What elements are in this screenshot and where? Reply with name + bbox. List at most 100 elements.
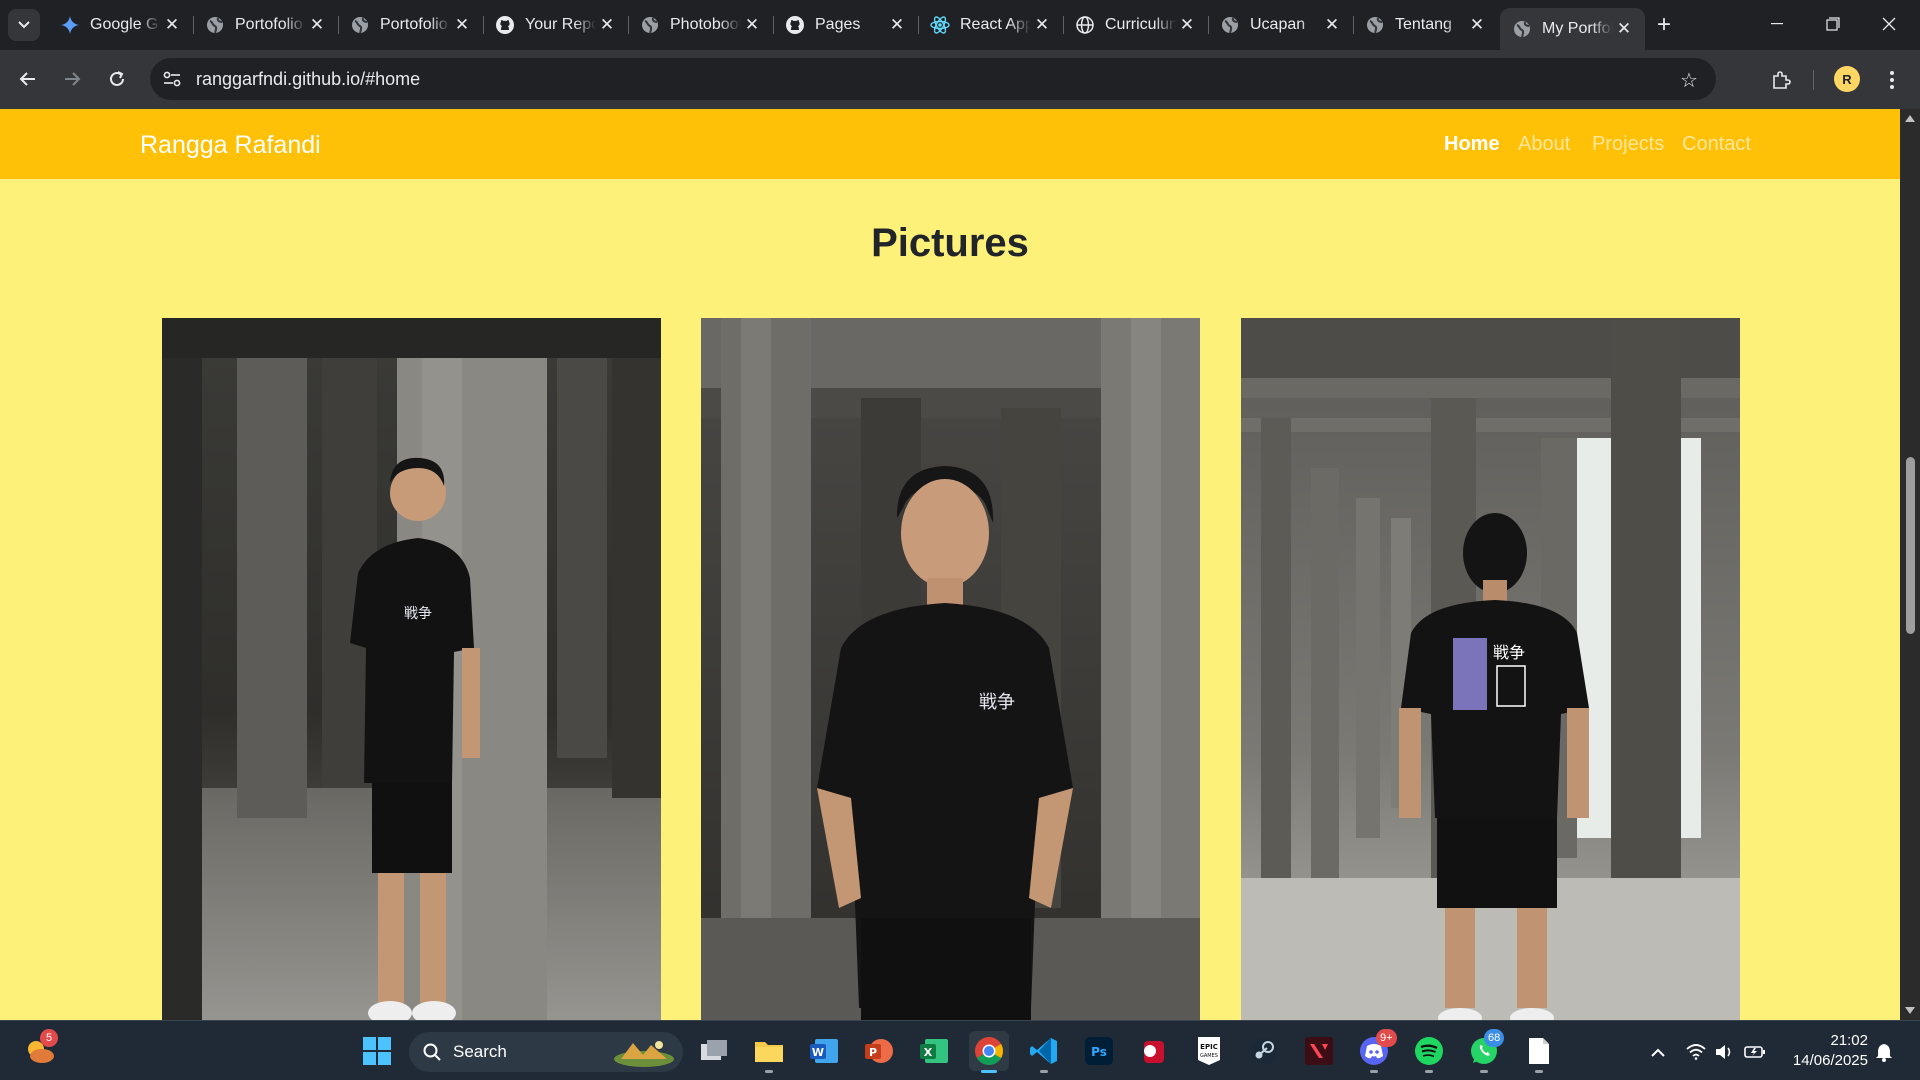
minimize-button[interactable] bbox=[1754, 8, 1800, 40]
taskbar-app-notepad[interactable] bbox=[1519, 1031, 1559, 1073]
address-bar[interactable]: ranggarfndi.github.io/#home ☆ bbox=[150, 58, 1716, 100]
photo-3-image: 戦争 bbox=[1241, 318, 1740, 1020]
tab-7[interactable]: React App ✕ bbox=[918, 8, 1064, 42]
github-icon bbox=[785, 15, 805, 35]
tab-11-active[interactable]: My Portfolio ✕ bbox=[1500, 8, 1645, 50]
taskbar-app-whatsapp[interactable]: 68 bbox=[1464, 1029, 1505, 1073]
close-icon[interactable]: ✕ bbox=[1613, 18, 1635, 40]
taskbar-app-vscode[interactable] bbox=[1024, 1031, 1064, 1073]
valorant-icon bbox=[1305, 1037, 1333, 1065]
arrow-right-icon bbox=[65, 72, 81, 86]
system-clock[interactable]: 21:02 14/06/2025 bbox=[1793, 1031, 1868, 1071]
wifi-icon[interactable] bbox=[1685, 1041, 1707, 1063]
photo-man-front-hands-in-pockets: 戦争 bbox=[701, 318, 1200, 1020]
close-icon[interactable]: ✕ bbox=[451, 14, 473, 36]
close-icon[interactable]: ✕ bbox=[306, 14, 328, 36]
close-icon[interactable]: ✕ bbox=[1176, 14, 1198, 36]
site-brand[interactable]: Rangga Rafandi bbox=[140, 131, 321, 160]
tab-3[interactable]: Portofolio ✕ bbox=[338, 8, 484, 42]
tab-5[interactable]: Photobooth ✕ bbox=[628, 8, 774, 42]
svg-text:戦争: 戦争 bbox=[1493, 643, 1525, 662]
close-icon[interactable]: ✕ bbox=[886, 14, 908, 36]
taskbar-app-red-app[interactable] bbox=[1134, 1031, 1174, 1071]
taskbar-app-chrome[interactable] bbox=[969, 1031, 1009, 1073]
tab-title: Google G bbox=[90, 16, 159, 33]
volume-icon[interactable] bbox=[1714, 1041, 1736, 1063]
photo-man-leaning-pillar: 戦争 bbox=[162, 318, 661, 1020]
github-icon bbox=[495, 15, 515, 35]
tab-9[interactable]: Ucapan ✕ bbox=[1208, 8, 1354, 42]
forward-button[interactable] bbox=[57, 64, 87, 94]
taskbar-app-photoshop[interactable]: Ps bbox=[1079, 1031, 1119, 1071]
section-title: Pictures bbox=[871, 221, 1029, 265]
nav-link-contact[interactable]: Contact bbox=[1682, 133, 1751, 156]
steam-icon bbox=[1251, 1038, 1277, 1064]
tab-2[interactable]: Portofolio ✕ bbox=[193, 8, 339, 42]
weather-badge: 5 bbox=[40, 1029, 58, 1047]
tab-10[interactable]: Tentang ✕ bbox=[1353, 8, 1498, 42]
close-window-button[interactable] bbox=[1866, 8, 1912, 40]
battery-charging-icon[interactable] bbox=[1744, 1041, 1766, 1063]
scroll-down-arrow-icon[interactable] bbox=[1905, 1007, 1915, 1014]
taskbar-search[interactable]: Search bbox=[409, 1032, 683, 1072]
taskbar-app-excel[interactable]: X bbox=[914, 1031, 954, 1071]
site-info-icon[interactable] bbox=[156, 63, 188, 95]
close-icon[interactable]: ✕ bbox=[741, 14, 763, 36]
taskbar-app-steam[interactable] bbox=[1244, 1031, 1284, 1071]
taskbar-app-task-view[interactable] bbox=[694, 1031, 734, 1071]
svg-text:戦争: 戦争 bbox=[979, 692, 1015, 713]
tab-6[interactable]: Pages ✕ bbox=[773, 8, 919, 42]
svg-text:Ps: Ps bbox=[1091, 1045, 1107, 1059]
new-tab-button[interactable]: + bbox=[1650, 11, 1678, 39]
tray-overflow-chevron-icon[interactable] bbox=[1647, 1041, 1669, 1063]
extensions-button[interactable] bbox=[1765, 64, 1797, 96]
restore-button[interactable] bbox=[1810, 8, 1856, 40]
bookmark-star-icon[interactable]: ☆ bbox=[1676, 67, 1702, 93]
tab-4[interactable]: Your Repositories ✕ bbox=[483, 8, 629, 42]
browser-menu-button[interactable] bbox=[1876, 64, 1908, 96]
svg-text:戦争: 戦争 bbox=[404, 606, 432, 622]
spotify-icon bbox=[1415, 1037, 1443, 1065]
scroll-up-arrow-icon[interactable] bbox=[1905, 115, 1915, 122]
taskbar-app-discord[interactable]: 9+ bbox=[1354, 1029, 1397, 1073]
taskbar-app-valorant[interactable] bbox=[1299, 1031, 1339, 1071]
weather-widget[interactable]: 5 bbox=[20, 1029, 60, 1071]
taskbar-app-file-explorer[interactable] bbox=[749, 1031, 789, 1073]
back-button[interactable] bbox=[13, 64, 43, 94]
start-button[interactable] bbox=[357, 1031, 397, 1071]
close-icon[interactable]: ✕ bbox=[1031, 14, 1053, 36]
nav-link-home[interactable]: Home bbox=[1444, 133, 1500, 156]
taskbar-app-epic-games[interactable]: EPIC GAMES bbox=[1189, 1031, 1229, 1071]
reload-icon bbox=[110, 71, 124, 86]
nav-link-about[interactable]: About bbox=[1518, 133, 1570, 156]
react-icon bbox=[930, 15, 950, 35]
taskbar-app-powerpoint[interactable]: P bbox=[859, 1031, 899, 1071]
chevron-down-icon bbox=[18, 21, 30, 29]
nav-link-projects[interactable]: Projects bbox=[1592, 133, 1664, 156]
profile-avatar[interactable]: R bbox=[1834, 66, 1860, 92]
windows-taskbar: 5 Search W P X Ps EPIC GAMES 9+ 68 21:02… bbox=[0, 1020, 1920, 1080]
notification-bell-icon[interactable] bbox=[1873, 1041, 1895, 1063]
discord-badge: 9+ bbox=[1376, 1029, 1397, 1047]
close-icon[interactable]: ✕ bbox=[161, 14, 183, 36]
url-text[interactable]: ranggarfndi.github.io/#home bbox=[196, 69, 420, 90]
chrome-icon bbox=[975, 1037, 1003, 1065]
scrollbar-thumb[interactable] bbox=[1906, 457, 1915, 634]
reload-button[interactable] bbox=[102, 64, 132, 94]
taskbar-app-spotify[interactable] bbox=[1409, 1031, 1449, 1073]
tab-1[interactable]: Google G ✕ bbox=[48, 8, 194, 42]
tab-title: React App bbox=[960, 16, 1031, 33]
globe-icon bbox=[1365, 15, 1385, 35]
close-icon[interactable]: ✕ bbox=[1466, 14, 1488, 36]
red-app-icon bbox=[1144, 1041, 1164, 1063]
tab-8[interactable]: Curriculum ✕ bbox=[1063, 8, 1209, 42]
page-scrollbar[interactable] bbox=[1900, 109, 1920, 1020]
tab-search-button[interactable] bbox=[8, 9, 40, 41]
svg-text:X: X bbox=[924, 1046, 933, 1059]
close-icon[interactable]: ✕ bbox=[596, 14, 618, 36]
globe-icon bbox=[205, 15, 225, 35]
globe-icon bbox=[640, 15, 660, 35]
close-icon[interactable]: ✕ bbox=[1321, 14, 1343, 36]
taskbar-app-word[interactable]: W bbox=[804, 1031, 844, 1071]
epic-games-icon: EPIC GAMES bbox=[1198, 1037, 1220, 1065]
